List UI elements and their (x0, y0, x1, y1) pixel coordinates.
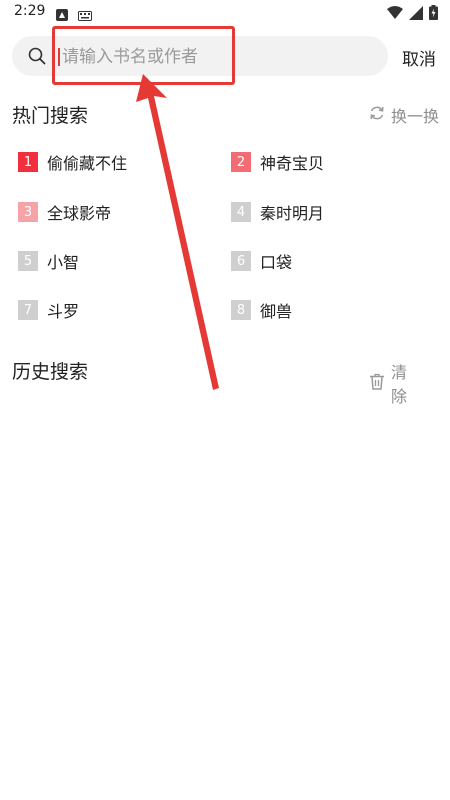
rank-badge: 4 (231, 202, 251, 222)
hot-item-label: 全球影帝 (47, 204, 112, 223)
hot-item-7[interactable]: 7 斗罗 (18, 298, 79, 322)
clear-history-button[interactable]: 清除 (369, 359, 450, 407)
wifi-icon (387, 5, 403, 24)
battery-charging-icon (429, 5, 438, 24)
hot-item-label: 秦时明月 (260, 204, 325, 223)
rank-badge: 8 (231, 300, 251, 320)
hot-item-1[interactable]: 1 偷偷藏不住 (18, 150, 127, 174)
history-search-title: 历史搜索 (12, 361, 89, 383)
rank-badge: 3 (18, 202, 38, 222)
rank-badge: 6 (231, 251, 251, 271)
hot-item-label: 御兽 (260, 302, 293, 321)
rank-badge: 5 (18, 251, 38, 271)
status-time: 2:29 (14, 3, 46, 19)
hot-item-label: 偷偷藏不住 (47, 154, 128, 173)
search-screen: 2:29 取消 (0, 0, 450, 800)
cancel-button[interactable]: 取消 (402, 45, 436, 70)
signal-icon (409, 5, 423, 24)
hot-item-4[interactable]: 4 秦时明月 (231, 200, 324, 224)
trash-icon (369, 373, 385, 394)
rank-badge: 2 (231, 152, 251, 172)
keyboard-icon (78, 6, 92, 25)
hot-item-6[interactable]: 6 口袋 (231, 249, 292, 273)
hot-item-8[interactable]: 8 御兽 (231, 298, 292, 322)
hot-item-label: 口袋 (260, 253, 293, 272)
rank-badge: 7 (18, 300, 38, 320)
refresh-button[interactable]: 换一换 (369, 103, 439, 127)
hot-item-2[interactable]: 2 神奇宝贝 (231, 150, 324, 174)
annotation-highlight-box (52, 26, 235, 85)
hot-item-label: 小智 (47, 253, 80, 272)
status-icons-right (387, 5, 438, 24)
hot-search-title: 热门搜索 (12, 105, 89, 127)
refresh-icon (369, 105, 385, 125)
hot-item-3[interactable]: 3 全球影帝 (18, 200, 111, 224)
app-notification-icon (56, 6, 68, 25)
refresh-label: 换一换 (391, 107, 440, 126)
hot-item-5[interactable]: 5 小智 (18, 249, 79, 273)
hot-item-label: 斗罗 (47, 302, 80, 321)
search-icon (28, 47, 46, 65)
status-bar: 2:29 (0, 0, 450, 26)
hot-item-label: 神奇宝贝 (260, 154, 325, 173)
status-icons-left (56, 6, 92, 25)
clear-history-label: 清除 (391, 363, 424, 406)
rank-badge: 1 (18, 152, 38, 172)
